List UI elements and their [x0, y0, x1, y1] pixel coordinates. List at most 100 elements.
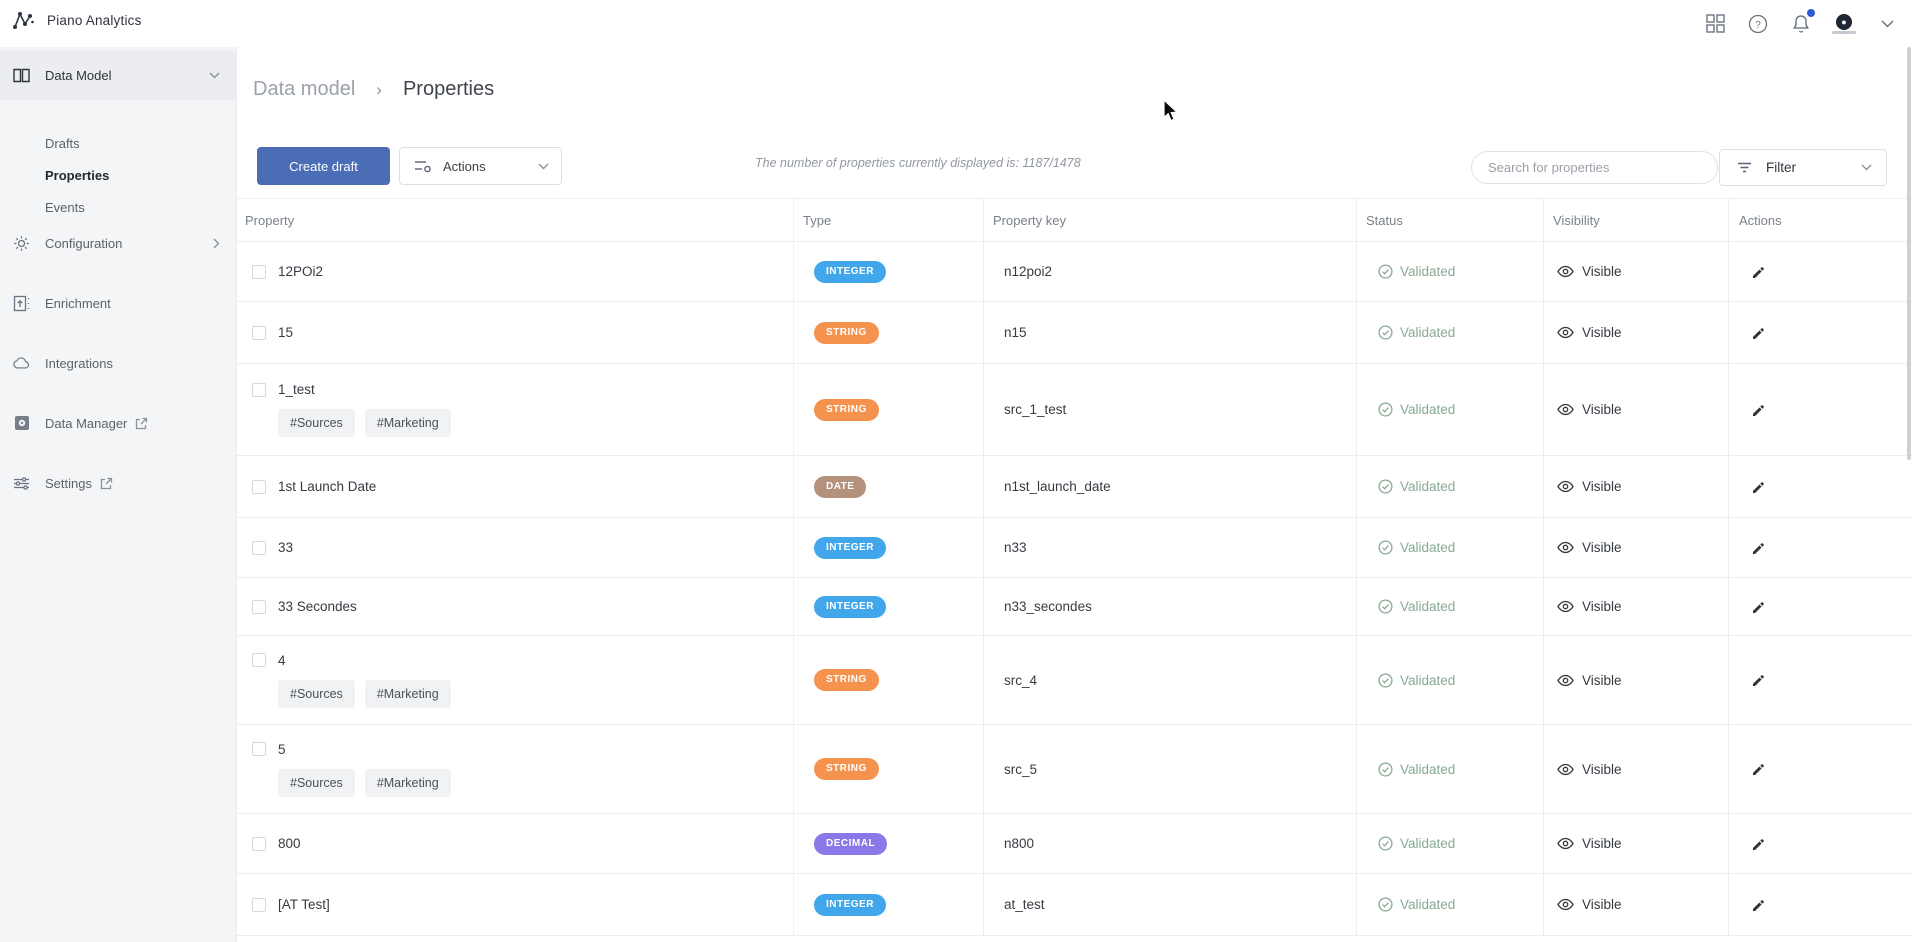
visibility-value: Visible [1582, 402, 1622, 417]
edit-pencil-icon[interactable] [1749, 400, 1769, 420]
cloud-icon [13, 355, 30, 372]
sidebar-item-drafts[interactable]: Drafts [0, 127, 237, 159]
type-badge: DATE [814, 476, 866, 498]
check-circle-icon [1378, 599, 1393, 614]
chevron-down-icon [209, 72, 220, 79]
edit-pencil-icon[interactable] [1749, 834, 1769, 854]
sidebar-item-label: Configuration [45, 236, 122, 251]
eye-icon [1557, 403, 1574, 416]
sidebar-item-events[interactable]: Events [0, 191, 237, 223]
main-content: Data model › Properties Create draft Act… [237, 47, 1912, 942]
property-key: n33 [1004, 540, 1356, 555]
properties-count-info: The number of properties currently displ… [755, 156, 1081, 170]
edit-pencil-icon[interactable] [1749, 262, 1769, 282]
row-checkbox[interactable] [252, 541, 266, 555]
actions-cell [1728, 456, 1912, 517]
property-key: src_1_test [1004, 402, 1356, 417]
edit-pencil-icon[interactable] [1749, 323, 1769, 343]
sidebar-item-data-model[interactable]: Data Model [0, 50, 237, 100]
type-badge: STRING [814, 669, 879, 691]
status-cell: Validated [1356, 302, 1543, 363]
type-badge: STRING [814, 758, 879, 780]
status-badge: Validated [1400, 599, 1455, 614]
sidebar-item-configuration[interactable]: Configuration [0, 227, 237, 259]
status-cell: Validated [1356, 242, 1543, 301]
column-header-actions: Actions [1728, 199, 1912, 241]
property-cell: 5 #Sources#Marketing [237, 725, 793, 813]
edit-pencil-icon[interactable] [1749, 759, 1769, 779]
row-checkbox[interactable] [252, 265, 266, 279]
sidebar-item-integrations[interactable]: Integrations [0, 347, 237, 379]
edit-pencil-icon[interactable] [1749, 477, 1769, 497]
breadcrumb: Data model › Properties [253, 78, 494, 101]
property-cell: 33 Secondes [237, 578, 793, 635]
sidebar-item-settings[interactable]: Settings [0, 467, 237, 499]
sidebar-item-data-manager[interactable]: Data Manager [0, 407, 237, 439]
sliders-icon [13, 475, 30, 492]
row-checkbox[interactable] [252, 480, 266, 494]
filter-dropdown[interactable]: Filter [1719, 149, 1887, 186]
sidebar-item-label: Enrichment [45, 296, 111, 311]
brand: Piano Analytics [12, 8, 142, 32]
row-checkbox[interactable] [252, 837, 266, 851]
status-badge: Validated [1400, 479, 1455, 494]
row-checkbox[interactable] [252, 898, 266, 912]
status-badge: Validated [1400, 540, 1455, 555]
notifications-bell-icon[interactable] [1790, 13, 1812, 35]
status-cell: Validated [1356, 518, 1543, 577]
row-checkbox[interactable] [252, 600, 266, 614]
edit-pencil-icon[interactable] [1749, 597, 1769, 617]
check-circle-icon [1378, 264, 1393, 279]
type-cell: INTEGER [793, 874, 983, 935]
property-name: 33 [278, 540, 293, 555]
account-chevron-down-icon[interactable] [1876, 13, 1898, 35]
type-cell: DECIMAL [793, 814, 983, 873]
search-input[interactable] [1471, 151, 1718, 184]
sidebar-item-enrichment[interactable]: Enrichment [0, 287, 237, 319]
book-icon [13, 67, 30, 84]
type-badge: INTEGER [814, 596, 886, 618]
visibility-cell: Visible [1543, 874, 1728, 935]
sidebar-item-properties[interactable]: Properties [0, 159, 237, 191]
property-tag: #Marketing [365, 409, 451, 437]
check-circle-icon [1378, 673, 1393, 688]
edit-pencil-icon[interactable] [1749, 538, 1769, 558]
piano-analytics-logo-icon [12, 8, 34, 32]
property-key-cell: src_5 [983, 725, 1356, 813]
apps-grid-icon[interactable] [1704, 13, 1726, 35]
status-badge: Validated [1400, 673, 1455, 688]
filter-icon [1737, 162, 1752, 173]
vertical-scrollbar[interactable] [1907, 47, 1911, 460]
create-draft-button[interactable]: Create draft [257, 147, 390, 185]
column-header-visibility: Visibility [1543, 199, 1728, 241]
chevron-right-icon [213, 238, 220, 249]
property-key: src_5 [1004, 762, 1356, 777]
property-key-cell: n12poi2 [983, 242, 1356, 301]
property-name: 12POi2 [278, 264, 323, 279]
edit-pencil-icon[interactable] [1749, 670, 1769, 690]
property-key: src_4 [1004, 673, 1356, 688]
row-checkbox[interactable] [252, 383, 266, 397]
visibility-cell: Visible [1543, 364, 1728, 455]
sidebar-item-label: Events [45, 200, 85, 215]
edit-pencil-icon[interactable] [1749, 895, 1769, 915]
visibility-value: Visible [1582, 599, 1622, 614]
actions-dropdown[interactable]: Actions [399, 147, 562, 185]
row-checkbox[interactable] [252, 326, 266, 340]
property-name: 1st Launch Date [278, 479, 376, 494]
actions-cell [1728, 364, 1912, 455]
visibility-value: Visible [1582, 762, 1622, 777]
property-name: 15 [278, 325, 293, 340]
property-tags: #Sources#Marketing [237, 680, 793, 708]
row-checkbox[interactable] [252, 742, 266, 756]
status-badge: Validated [1400, 402, 1455, 417]
row-checkbox[interactable] [252, 653, 266, 667]
help-icon[interactable]: ? [1747, 13, 1769, 35]
actions-cell [1728, 518, 1912, 577]
status-cell: Validated [1356, 814, 1543, 873]
property-key: n15 [1004, 325, 1356, 340]
breadcrumb-data-model[interactable]: Data model [253, 78, 355, 101]
actions-cell [1728, 242, 1912, 301]
status-cell: Validated [1356, 364, 1543, 455]
account-avatar[interactable]: ● [1833, 13, 1855, 35]
